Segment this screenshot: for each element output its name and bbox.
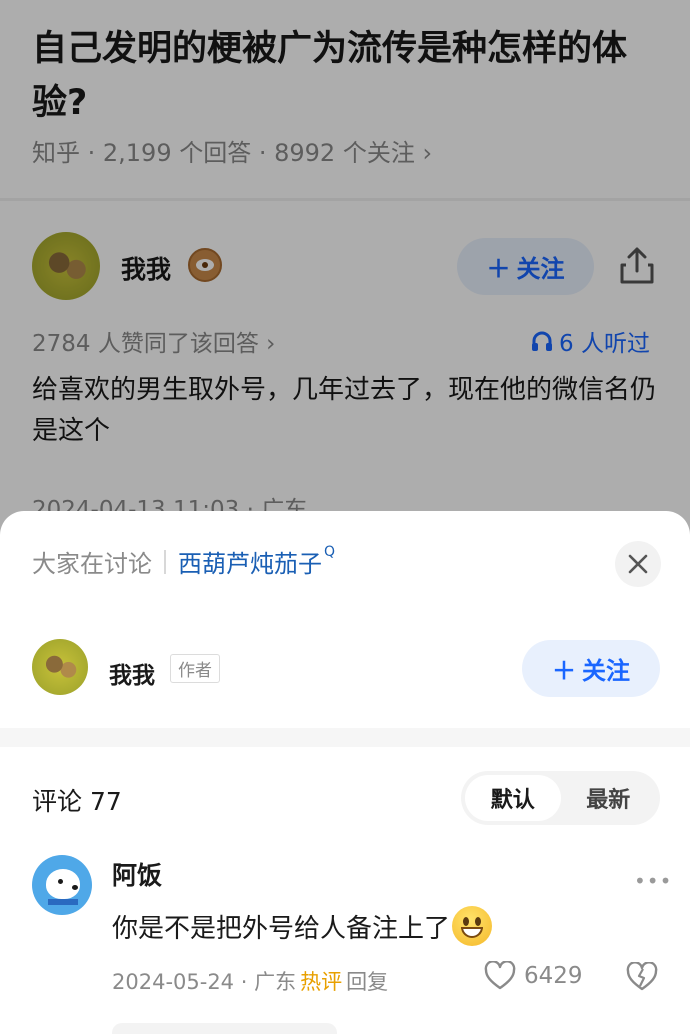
comment-like-button[interactable]: 6429: [484, 961, 583, 991]
discuss-bar: 大家在讨论 西葫芦炖茄子 Q: [32, 544, 335, 579]
reply-preview[interactable]: [112, 1023, 337, 1034]
hot-badge: 热评: [300, 970, 343, 994]
discuss-label: 大家在讨论: [32, 550, 152, 578]
close-button[interactable]: [615, 541, 661, 587]
comment-avatar[interactable]: [32, 855, 92, 915]
sort-toggle[interactable]: 默认 最新: [461, 771, 660, 825]
discuss-topic-link[interactable]: 西葫芦炖茄子: [178, 544, 322, 579]
like-count: 6429: [524, 963, 583, 989]
sort-latest-tab[interactable]: 最新: [561, 775, 657, 821]
author-tag: 作者: [170, 654, 220, 683]
comment-count: 评论 77: [32, 787, 122, 816]
sheet-author-avatar[interactable]: [32, 639, 88, 695]
comment-sheet: 大家在讨论 西葫芦炖茄子 Q 我我 作者 ＋ 关注 评论 77 默认 最新 阿饭…: [0, 511, 690, 1034]
heart-icon: [484, 961, 516, 990]
more-icon[interactable]: •••: [634, 869, 672, 893]
dislike-icon[interactable]: [626, 962, 658, 992]
search-icon: Q: [324, 543, 336, 560]
close-icon: [628, 554, 648, 574]
comment-meta: 2024-05-24 · 广东 热评 回复: [112, 966, 388, 996]
comment-text[interactable]: 你是不是把外号给人备注上了: [112, 906, 493, 946]
sort-default-tab[interactable]: 默认: [465, 775, 561, 821]
sheet-follow-button[interactable]: ＋ 关注: [522, 640, 660, 697]
comment-body: 你是不是把外号给人备注上了: [112, 913, 451, 944]
comment-author-name[interactable]: 阿饭: [112, 856, 162, 892]
comment-date: 2024-05-24 · 广东: [112, 970, 297, 994]
section-gap: [0, 728, 690, 747]
smile-emoji: [452, 906, 493, 946]
reply-link[interactable]: 回复: [346, 966, 388, 996]
sheet-author-name[interactable]: 我我: [109, 656, 155, 690]
follow-label: 关注: [582, 657, 630, 685]
plus-icon: ＋: [552, 657, 576, 685]
divider: [164, 549, 166, 574]
